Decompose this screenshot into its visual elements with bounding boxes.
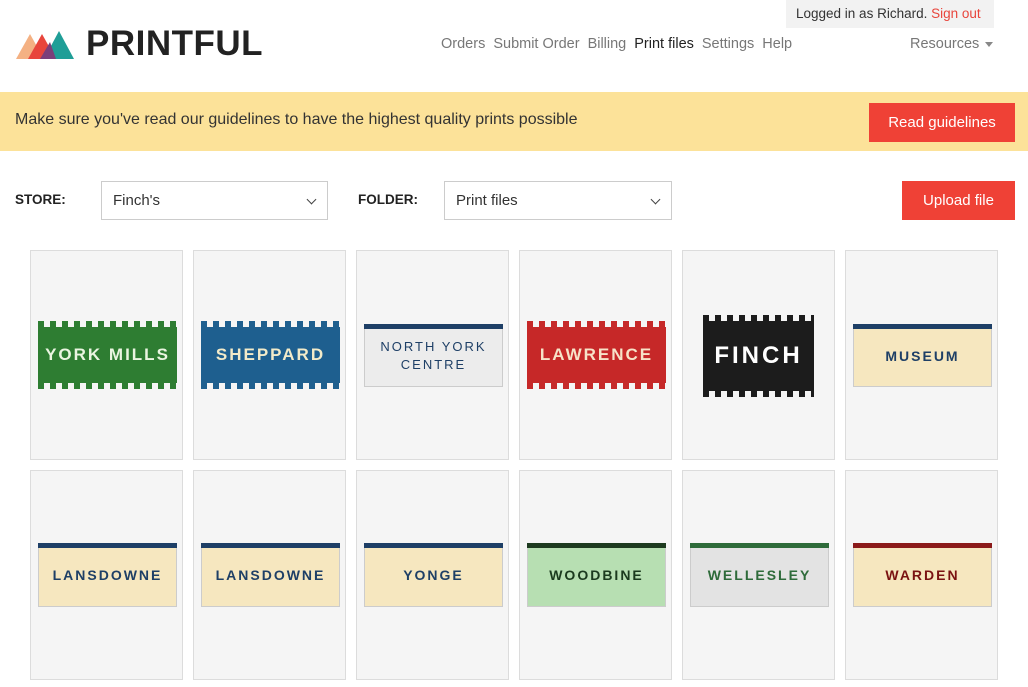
print-file-thumbnail: WELLESLEY xyxy=(690,543,829,607)
print-file-thumbnail: YONGE xyxy=(364,543,503,607)
nav-billing[interactable]: Billing xyxy=(588,36,627,52)
folder-label: FOLDER: xyxy=(358,192,418,207)
print-file-card[interactable]: SHEPPARD xyxy=(193,250,346,460)
print-file-label: WARDEN xyxy=(885,567,960,583)
print-file-card[interactable]: LAWRENCE xyxy=(519,250,672,460)
print-file-label: LANSDOWNE xyxy=(215,567,326,583)
folder-select-value: Print files xyxy=(456,192,518,209)
resources-menu[interactable]: Resources xyxy=(910,36,994,52)
print-file-card[interactable]: WARDEN xyxy=(845,470,998,680)
login-status: Logged in as Richard. Sign out xyxy=(786,0,994,28)
print-file-label: YORK MILLS xyxy=(45,345,170,364)
store-label: STORE: xyxy=(15,192,66,207)
print-file-card[interactable]: MUSEUM xyxy=(845,250,998,460)
nav-print-files[interactable]: Print files xyxy=(634,36,694,52)
color-stripe xyxy=(38,543,177,548)
top-header: PRINTFUL Logged in as Richard. Sign out … xyxy=(0,0,1028,92)
color-stripe xyxy=(364,324,503,329)
upload-file-button[interactable]: Upload file xyxy=(902,181,1015,220)
chevron-down-icon xyxy=(306,194,317,205)
guidelines-notice: Make sure you've read our guidelines to … xyxy=(0,92,1028,151)
print-file-label: LANSDOWNE xyxy=(52,567,163,583)
store-select[interactable]: Finch's xyxy=(101,181,328,220)
color-stripe xyxy=(527,543,666,548)
color-stripe xyxy=(690,543,829,548)
login-text: Logged in as Richard. xyxy=(796,6,928,21)
notice-text: Make sure you've read our guidelines to … xyxy=(15,111,578,128)
print-file-card[interactable]: YONGE xyxy=(356,470,509,680)
caret-down-icon xyxy=(985,41,994,47)
print-file-label: WOODBINE xyxy=(549,567,644,583)
print-file-thumbnail: WARDEN xyxy=(853,543,992,607)
print-file-thumbnail: YORK MILLS xyxy=(38,321,177,389)
chevron-down-icon xyxy=(650,194,661,205)
print-file-card[interactable]: WELLESLEY xyxy=(682,470,835,680)
print-file-thumbnail: LANSDOWNE xyxy=(38,543,177,607)
print-file-card[interactable]: LANSDOWNE xyxy=(30,470,183,680)
store-select-value: Finch's xyxy=(113,192,161,209)
logo-text: PRINTFUL xyxy=(86,24,264,63)
main-nav: Orders Submit Order Billing Print files … xyxy=(441,36,800,52)
print-file-card[interactable]: YORK MILLS xyxy=(30,250,183,460)
print-file-thumbnail: MUSEUM xyxy=(853,324,992,387)
color-stripe xyxy=(853,324,992,329)
print-file-thumbnail: NORTH YORK CENTRE xyxy=(364,324,503,387)
logo-mountains-icon xyxy=(16,31,74,59)
sign-out-link[interactable]: Sign out xyxy=(931,6,981,21)
print-file-card[interactable]: FINCH xyxy=(682,250,835,460)
color-stripe xyxy=(364,543,503,548)
print-file-label: FINCH xyxy=(714,342,803,369)
print-file-label: MUSEUM xyxy=(885,347,960,364)
print-file-card[interactable]: LANSDOWNE xyxy=(193,470,346,680)
print-file-thumbnail: LAWRENCE xyxy=(527,321,666,389)
print-file-label: NORTH YORK CENTRE xyxy=(380,338,487,372)
print-file-card[interactable]: NORTH YORK CENTRE xyxy=(356,250,509,460)
nav-settings[interactable]: Settings xyxy=(702,36,754,52)
print-file-label: YONGE xyxy=(403,567,464,583)
read-guidelines-button[interactable]: Read guidelines xyxy=(869,103,1015,142)
color-stripe xyxy=(201,543,340,548)
nav-orders[interactable]: Orders xyxy=(441,36,485,52)
color-stripe xyxy=(853,543,992,548)
print-file-thumbnail: LANSDOWNE xyxy=(201,543,340,607)
nav-help[interactable]: Help xyxy=(762,36,792,52)
print-file-thumbnail: WOODBINE xyxy=(527,543,666,607)
print-file-label: LAWRENCE xyxy=(539,345,654,364)
print-file-card[interactable]: WOODBINE xyxy=(519,470,672,680)
print-file-thumbnail: FINCH xyxy=(703,315,814,397)
print-file-label: WELLESLEY xyxy=(707,567,812,583)
print-file-label: SHEPPARD xyxy=(215,345,326,364)
nav-submit-order[interactable]: Submit Order xyxy=(493,36,579,52)
print-file-thumbnail: SHEPPARD xyxy=(201,321,340,389)
printful-logo[interactable]: PRINTFUL xyxy=(16,24,263,64)
resources-label: Resources xyxy=(910,36,980,52)
folder-select[interactable]: Print files xyxy=(444,181,672,220)
